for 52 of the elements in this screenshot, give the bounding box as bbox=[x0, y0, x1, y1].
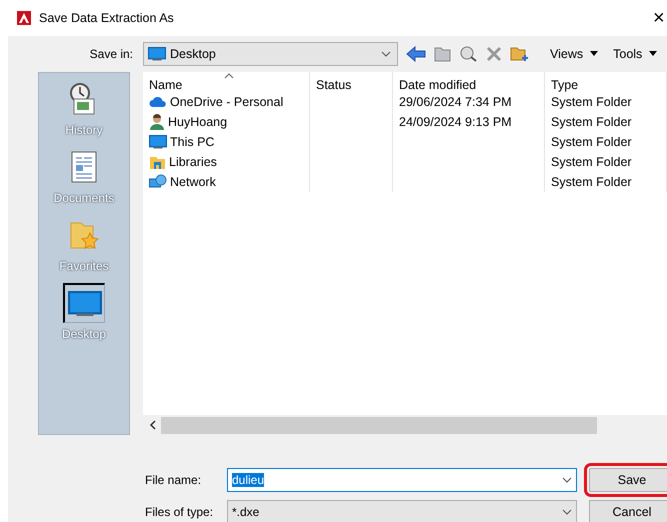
network-icon bbox=[149, 174, 167, 190]
location-text: Desktop bbox=[170, 47, 217, 61]
tools-menu[interactable]: Tools bbox=[613, 47, 642, 61]
close-button[interactable]: × bbox=[653, 6, 667, 30]
place-item[interactable] bbox=[63, 283, 105, 323]
file-type-label: Files of type: bbox=[145, 505, 214, 519]
computer-icon bbox=[149, 135, 167, 149]
file-name[interactable]: OneDrive - Personal bbox=[170, 95, 284, 109]
file-name[interactable]: HuyHoang bbox=[168, 115, 228, 129]
file-name-field[interactable]: dulieu bbox=[227, 468, 577, 492]
horizontal-scrollbar[interactable] bbox=[143, 415, 667, 435]
column-header[interactable]: Status bbox=[310, 72, 393, 98]
table-cell: System Folder bbox=[551, 95, 632, 109]
window-title: Save Data Extraction As bbox=[39, 11, 174, 25]
file-name-label: File name: bbox=[145, 473, 202, 487]
dropdown-arrow-icon[interactable] bbox=[589, 51, 600, 57]
cloud-icon bbox=[149, 96, 167, 108]
place-label: Desktop bbox=[62, 327, 106, 341]
save-in-label: Save in: bbox=[88, 47, 133, 61]
document-icon bbox=[70, 151, 97, 183]
up-folder-icon[interactable] bbox=[434, 46, 452, 62]
column-header[interactable]: Type bbox=[545, 72, 667, 98]
file-type-dropdown[interactable]: *.dxe bbox=[227, 500, 577, 522]
caret-icon bbox=[562, 477, 572, 483]
table-cell: System Folder bbox=[551, 115, 632, 129]
save-in-dropdown[interactable]: Desktop bbox=[143, 42, 398, 66]
views-menu[interactable]: Views bbox=[550, 47, 584, 61]
table-cell: System Folder bbox=[551, 175, 632, 189]
file-name[interactable]: This PC bbox=[170, 135, 214, 149]
desktop-icon bbox=[148, 47, 166, 61]
caret-icon bbox=[562, 509, 572, 515]
back-arrow-icon[interactable] bbox=[406, 46, 426, 62]
new-folder-icon[interactable] bbox=[510, 46, 528, 62]
cancel-button[interactable]: Cancel bbox=[589, 500, 667, 522]
table-cell: 29/06/2024 7:34 PM bbox=[399, 95, 512, 109]
desktop-icon bbox=[68, 290, 102, 316]
library-folder-icon bbox=[149, 154, 166, 170]
dropdown-arrow-icon[interactable] bbox=[648, 51, 658, 57]
scroll-left-icon[interactable] bbox=[149, 420, 157, 430]
place-label: History bbox=[65, 123, 103, 137]
search-icon[interactable] bbox=[460, 46, 478, 62]
caret-icon bbox=[381, 51, 391, 57]
file-name[interactable]: Libraries bbox=[169, 155, 217, 169]
table-cell: System Folder bbox=[551, 135, 632, 149]
table-cell: 24/09/2024 9:13 PM bbox=[399, 115, 512, 129]
place-label: Documents bbox=[54, 191, 114, 205]
user-icon bbox=[149, 114, 165, 130]
app-logo-icon bbox=[17, 11, 31, 25]
file-name[interactable]: Network bbox=[170, 175, 216, 189]
table-cell: System Folder bbox=[551, 155, 632, 169]
place-label: Favorites bbox=[59, 259, 109, 273]
column-header[interactable]: Date modified bbox=[393, 72, 545, 98]
